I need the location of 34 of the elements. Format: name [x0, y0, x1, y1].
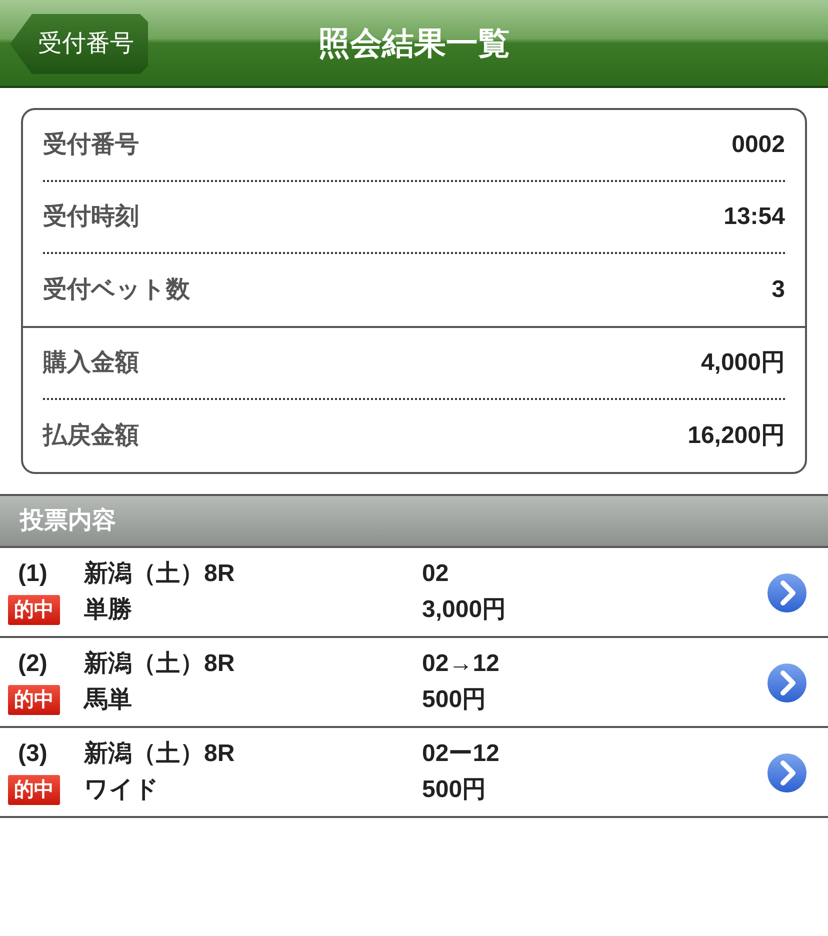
bet-number: (1)	[17, 559, 48, 589]
bet-amount: 500円	[422, 685, 486, 715]
back-button[interactable]: 受付番号	[10, 14, 148, 74]
hit-badge: 的中	[8, 595, 60, 625]
bet-type: 馬単	[84, 685, 132, 715]
bet-selection: 02→12	[422, 649, 500, 679]
summary-value: 3	[772, 275, 785, 305]
summary-label: 払戻金額	[43, 421, 139, 451]
bet-amount: 500円	[422, 775, 486, 805]
hit-badge: 的中	[8, 775, 60, 805]
summary-value: 13:54	[724, 202, 785, 232]
summary-label: 購入金額	[43, 348, 139, 378]
race-name: 新潟（土）8R	[84, 739, 235, 769]
summary-label: 受付番号	[43, 130, 139, 160]
bet-row[interactable]: (1) 新潟（土）8R 02 的中 単勝 3,000円	[0, 548, 828, 638]
hit-badge: 的中	[8, 685, 60, 715]
bet-row[interactable]: (3) 新潟（土）8R 02ー12 的中 ワイド 500円	[0, 728, 828, 818]
bet-selection: 02ー12	[422, 739, 500, 769]
summary-label: 受付時刻	[43, 202, 139, 232]
bet-number: (2)	[17, 649, 48, 679]
summary-label: 受付ベット数	[43, 275, 190, 305]
race-name: 新潟（土）8R	[84, 559, 235, 589]
bet-number: (3)	[17, 739, 48, 769]
bet-amount: 3,000円	[422, 595, 506, 625]
section-header: 投票内容	[0, 494, 828, 548]
race-name: 新潟（土）8R	[84, 649, 235, 679]
summary-value: 0002	[732, 130, 785, 160]
bet-type: ワイド	[84, 775, 159, 805]
summary-value: 16,200円	[688, 421, 785, 451]
screen-title: 照会結果一覧	[318, 24, 510, 63]
summary-value: 4,000円	[700, 348, 785, 378]
bet-selection: 02	[422, 559, 449, 589]
bet-row[interactable]: (2) 新潟（土）8R 02→12 的中 馬単 500円	[0, 638, 828, 728]
bet-type: 単勝	[84, 595, 132, 625]
